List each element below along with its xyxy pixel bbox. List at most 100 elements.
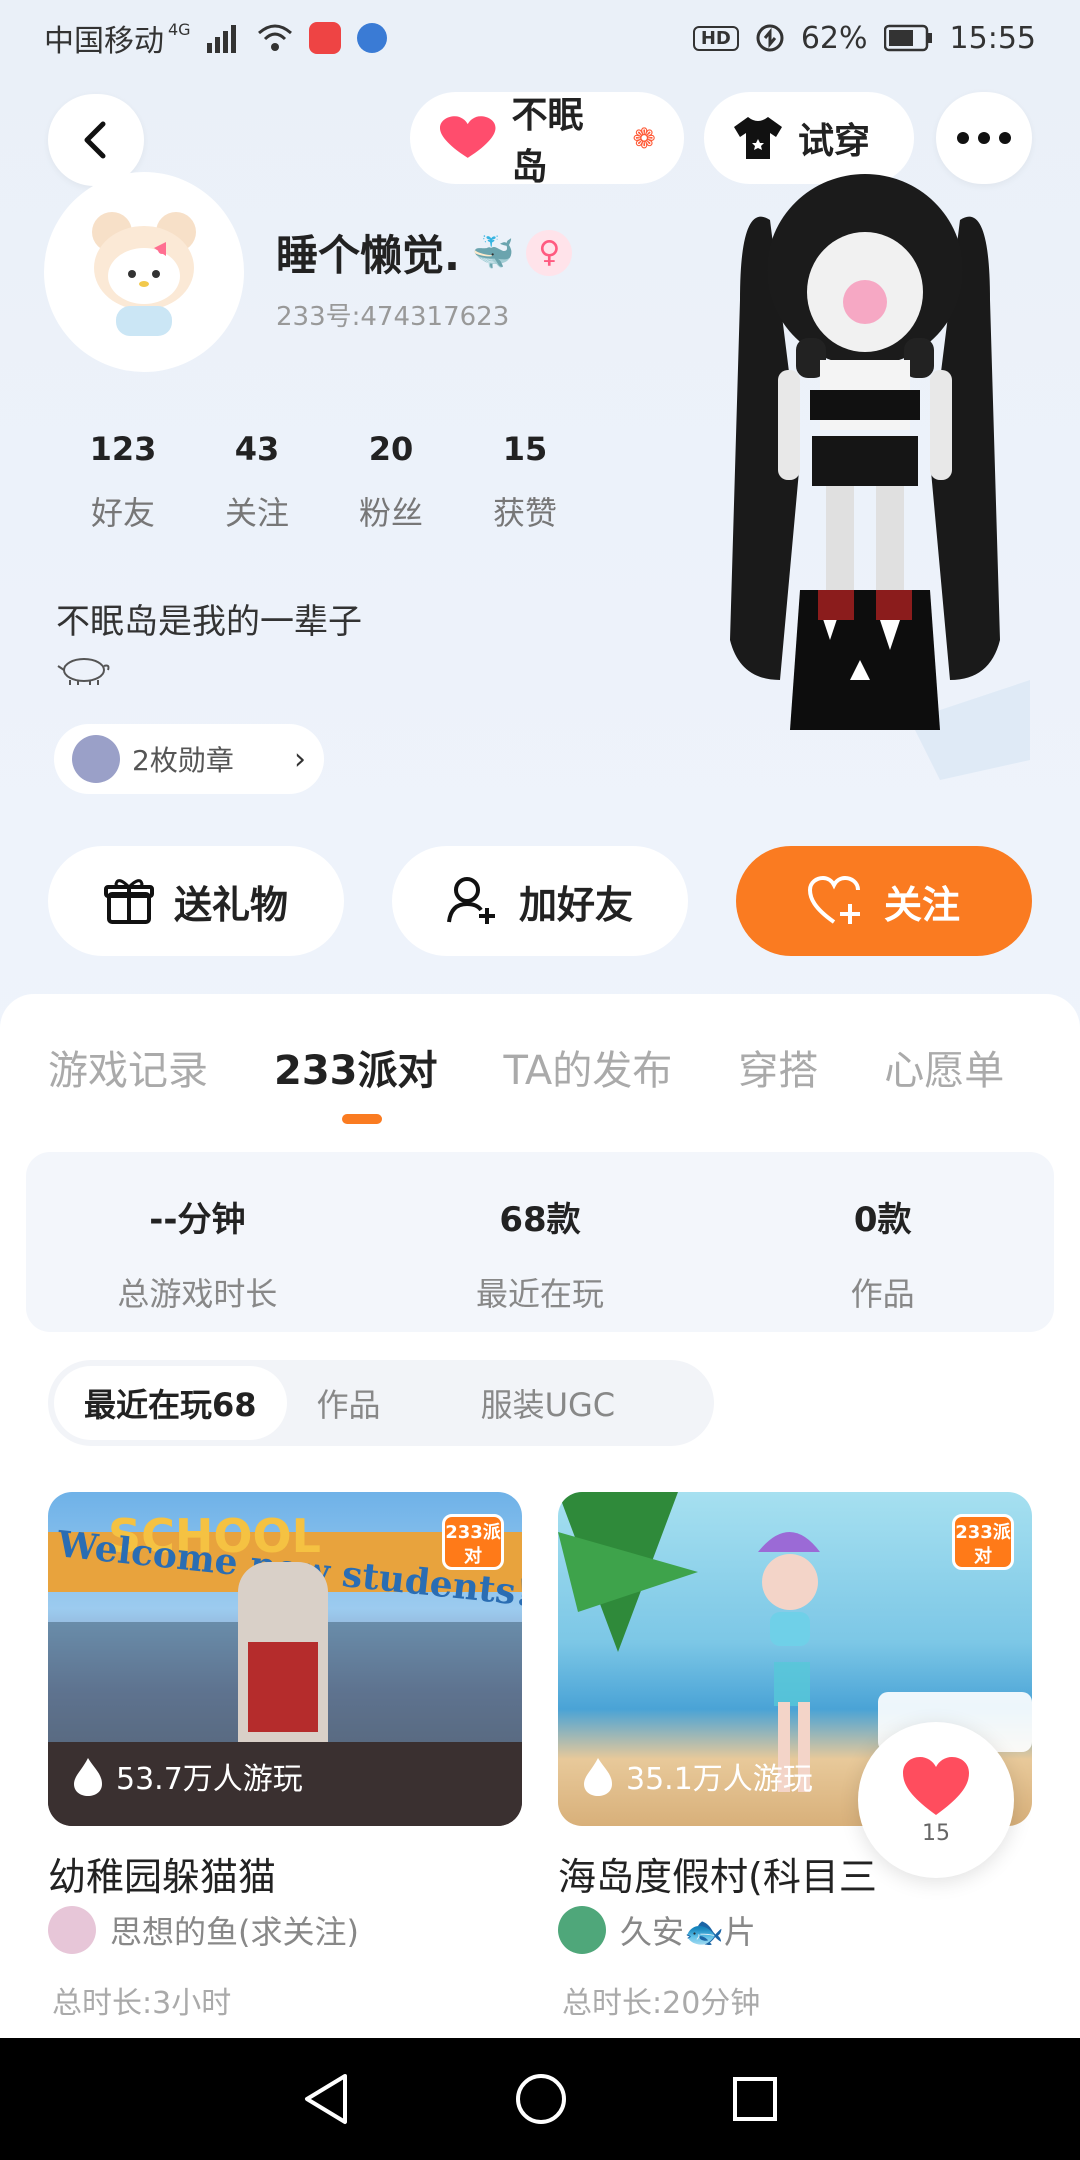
system-nav-bar	[0, 2038, 1080, 2160]
summary-works: 0款作品	[711, 1152, 1054, 1332]
author-name: 思想的鱼(求关注)	[110, 1913, 359, 1951]
tab-wishlist[interactable]: 心愿单	[884, 1038, 1004, 1096]
bio-text: 不眠岛是我的一辈子	[56, 602, 362, 642]
plays-text: 53.7万人游玩	[116, 1762, 303, 1797]
stat-label: 粉丝	[358, 494, 423, 532]
username: 睡个懒觉. 🐳 ♀	[276, 222, 573, 283]
signal-icon	[206, 25, 236, 53]
tab-posts[interactable]: TA的发布	[504, 1038, 673, 1096]
stats-row: 123 好友 43 关注 20 粉丝 15 获赞	[56, 430, 592, 534]
flame-icon	[584, 1758, 612, 1796]
badges-button[interactable]: 2枚勋章 ›	[54, 724, 324, 794]
add-friend-button[interactable]: 加好友	[392, 846, 688, 956]
stat-label: 好友	[90, 494, 155, 532]
subtab-ugc[interactable]: 服装UGC	[451, 1366, 646, 1440]
follow-button[interactable]: 关注	[736, 846, 1032, 956]
character-figure[interactable]	[700, 160, 1030, 780]
badge-icon	[72, 735, 120, 783]
tshirt-icon	[734, 117, 782, 159]
username-text: 睡个懒觉.	[276, 231, 460, 280]
stat-value: 123	[89, 430, 157, 468]
wifi-icon	[257, 24, 292, 51]
author-name: 久安🐟片	[620, 1913, 756, 1951]
summary-value: --分钟	[149, 1200, 246, 1240]
app-shop-icon	[308, 22, 341, 54]
status-bar: 中国移动 4G HD 62% 15:55	[0, 0, 1080, 76]
party-logo: 233派对	[442, 1514, 504, 1570]
plays-text: 35.1万人游玩	[626, 1762, 813, 1797]
game-card[interactable]: SCHOOL Welcome new students! 233派对 53.7万…	[48, 1492, 522, 1826]
add-friend-label: 加好友	[518, 882, 633, 927]
summary-card: --分钟总游戏时长 68款最近在玩 0款作品	[26, 1152, 1054, 1332]
recents-nav-icon[interactable]	[731, 2075, 779, 2123]
whale-icon: 🐳	[471, 232, 515, 273]
avatar[interactable]	[44, 172, 244, 372]
play-duration: 总时长:3小时	[52, 1986, 232, 2021]
subtab-recent[interactable]: 最近在玩68	[54, 1366, 287, 1440]
stat-label: 关注	[224, 494, 289, 532]
summary-label: 作品	[850, 1275, 915, 1313]
summary-label: 总游戏时长	[117, 1275, 278, 1313]
heart-plus-icon	[807, 876, 860, 924]
island-button[interactable]: 不眠岛 ❁	[410, 92, 684, 188]
battery-icon	[883, 24, 932, 52]
sub-tab-bar: 最近在玩68 作品 服装UGC	[48, 1360, 714, 1446]
floating-like-button[interactable]: 15	[858, 1722, 1014, 1878]
tab-outfits[interactable]: 穿搭	[738, 1038, 818, 1096]
back-arrow-icon	[84, 121, 106, 159]
gift-label: 送礼物	[173, 882, 288, 927]
game-author[interactable]: 久安🐟片	[558, 1906, 756, 1954]
female-icon: ♀	[526, 229, 573, 276]
chevron-right-icon: ›	[294, 741, 306, 777]
author-avatar	[558, 1906, 606, 1954]
active-tab-indicator	[342, 1114, 382, 1124]
stat-friends[interactable]: 123 好友	[56, 430, 190, 534]
flame-icon	[74, 1758, 102, 1796]
summary-value: 68款	[499, 1200, 581, 1240]
author-avatar	[48, 1906, 96, 1954]
network-type: 4G	[168, 19, 191, 39]
carrier-label: 中国移动	[44, 24, 164, 59]
stat-label: 获赞	[492, 494, 557, 532]
play-duration: 总时长:20分钟	[562, 1986, 761, 2021]
user-id[interactable]: 233号:474317623	[276, 296, 509, 333]
paw-icon: ❁	[632, 121, 656, 155]
heart-icon	[903, 1756, 969, 1815]
add-user-icon	[446, 877, 495, 924]
tab-233-party[interactable]: 233派对	[274, 1038, 438, 1096]
island-label: 不眠岛	[511, 95, 584, 188]
plays-count: 35.1万人游玩	[582, 1754, 813, 1798]
stat-value: 15	[502, 430, 548, 468]
browser-icon	[356, 23, 387, 53]
game-title[interactable]: 幼稚园躲猫猫	[48, 1846, 276, 1901]
stat-fans[interactable]: 20 粉丝	[324, 430, 458, 534]
gift-button[interactable]: 送礼物	[48, 846, 344, 956]
try-on-label: 试穿	[798, 121, 871, 162]
bear-avatar-icon	[92, 212, 196, 336]
stat-following[interactable]: 43 关注	[190, 430, 324, 534]
subtab-works[interactable]: 作品	[287, 1366, 411, 1440]
tab-bar: 游戏记录 233派对 TA的发布 穿搭 心愿单	[48, 1038, 1070, 1096]
heart-icon	[439, 116, 496, 158]
stat-value: 20	[368, 430, 414, 468]
hd-badge: HD	[692, 25, 739, 51]
tab-game-records[interactable]: 游戏记录	[48, 1038, 208, 1096]
home-nav-icon[interactable]	[514, 2072, 568, 2126]
stat-value: 43	[234, 430, 280, 468]
badges-label: 2枚勋章	[132, 744, 234, 777]
data-saver-icon	[756, 24, 784, 52]
summary-total-time: --分钟总游戏时长	[26, 1152, 369, 1332]
battery-percent: 62%	[800, 20, 868, 56]
clock: 15:55	[949, 20, 1036, 56]
game-author[interactable]: 思想的鱼(求关注)	[48, 1906, 359, 1954]
like-count: 15	[922, 1820, 950, 1846]
gift-icon	[103, 879, 154, 924]
follow-label: 关注	[883, 882, 960, 927]
summary-recent: 68款最近在玩	[369, 1152, 712, 1332]
plays-count: 53.7万人游玩	[72, 1754, 303, 1798]
summary-label: 最近在玩	[476, 1275, 605, 1313]
more-icon	[957, 132, 1011, 144]
back-nav-icon[interactable]	[301, 2072, 351, 2126]
stat-likes[interactable]: 15 获赞	[458, 430, 592, 534]
summary-value: 0款	[853, 1200, 912, 1240]
